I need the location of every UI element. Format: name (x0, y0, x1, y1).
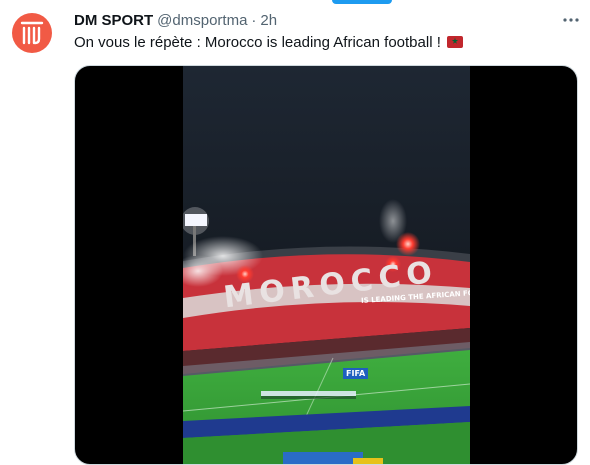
author-handle[interactable]: @dmsportma (157, 12, 247, 29)
previous-tweet-edge (0, 0, 590, 8)
tweet-header: DM SPORT @dmsportma · 2h (74, 10, 277, 30)
video-player[interactable]: MOROCCO IS LEADING THE AFRICAN FO FIFA (183, 66, 470, 464)
author-name[interactable]: DM SPORT (74, 12, 153, 29)
dm-logo-icon (20, 21, 44, 45)
accent-pill (332, 0, 392, 4)
tweet-media[interactable]: MOROCCO IS LEADING THE AFRICAN FO FIFA (74, 65, 578, 465)
tweet-timestamp[interactable]: 2h (260, 12, 277, 29)
morocco-flag-icon (447, 36, 464, 48)
tweet-text: On vous le répète : Morocco is leading A… (74, 34, 441, 51)
fifa-board-text: FIFA (343, 368, 369, 379)
tweet-text-row: On vous le répète : Morocco is leading A… (74, 33, 464, 53)
separator-dot: · (251, 11, 257, 29)
more-options-icon[interactable] (560, 10, 582, 30)
avatar[interactable] (12, 13, 52, 53)
